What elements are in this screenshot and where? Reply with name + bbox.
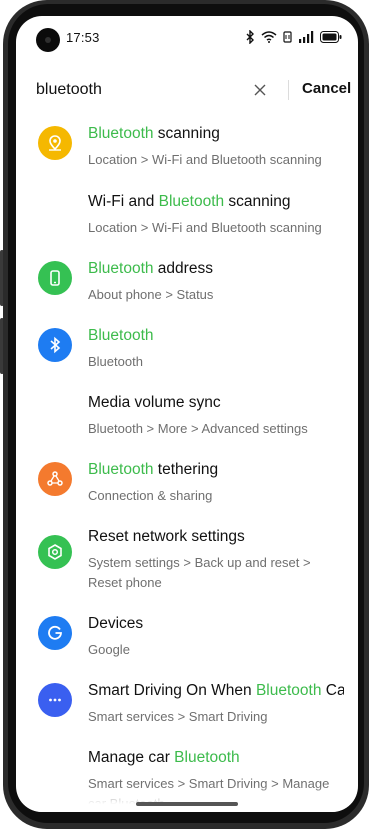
result-title: Devices [88,615,144,632]
result-subtitle: Connection & sharing [88,488,213,503]
bluetooth-icon [38,328,72,362]
result-subtitle: Smart services > Smart Driving [88,709,268,724]
phone-icon [38,261,72,295]
phone-device: 17:53 bluetooth Cancel Bluetooth scannin… [0,0,374,831]
result-title: Bluetooth scanning [88,125,220,142]
result-subtitle: Bluetooth > More > Advanced settings [88,421,308,436]
result-subtitle: Google [88,642,130,657]
result-media-volume-sync[interactable]: Media volume sync Bluetooth > More > Adv… [16,393,358,449]
hexagon-gear-icon [38,535,72,569]
result-subtitle: Location > Wi-Fi and Bluetooth scanning [88,152,322,167]
result-bluetooth-address[interactable]: Bluetooth address About phone > Status [16,259,358,315]
search-bar: Cancel [16,70,358,110]
bluetooth-icon [246,30,254,44]
result-title: Reset network settings [88,528,245,545]
status-bar: 17:53 [16,16,358,56]
status-time: 17:53 [66,30,100,45]
result-subtitle: System settings > Back up and reset > Re… [88,555,311,590]
result-bluetooth-scanning[interactable]: Bluetooth scanning Location > Wi-Fi and … [16,124,358,180]
google-icon [38,616,72,650]
signal-icon [299,31,314,43]
search-input[interactable] [36,76,236,104]
nfc-icon [283,31,292,43]
clear-search-button[interactable] [246,76,274,104]
result-subtitle: Bluetooth [88,354,143,369]
result-subtitle: About phone > Status [88,287,214,302]
result-title: Bluetooth address [88,260,213,277]
wifi-icon [261,31,277,43]
result-devices[interactable]: Devices Google [16,614,358,670]
result-reset-network-settings[interactable]: Reset network settings System settings >… [16,527,358,603]
result-title: Media volume sync [88,394,221,411]
result-wifi-bluetooth-scanning[interactable]: Wi-Fi and Bluetooth scanning Location > … [16,192,358,248]
battery-icon [320,31,342,43]
result-bluetooth-tethering[interactable]: Bluetooth tethering Connection & sharing [16,460,358,516]
cancel-button[interactable]: Cancel [302,80,351,97]
bottom-fade [16,786,358,812]
home-indicator[interactable] [136,802,238,806]
result-bluetooth[interactable]: Bluetooth Bluetooth [16,326,358,382]
more-dots-icon [38,683,72,717]
result-title: Manage car Bluetooth [88,749,240,766]
status-icons [245,28,342,46]
result-title: Bluetooth tethering [88,461,219,478]
result-title: Bluetooth [88,327,154,344]
result-subtitle: Location > Wi-Fi and Bluetooth scanning [88,220,322,235]
screen: 17:53 bluetooth Cancel Bluetooth scannin… [16,16,358,812]
close-icon [254,84,266,96]
divider [288,80,289,100]
hotspot-icon [38,462,72,496]
result-title: Smart Driving On When Bluetooth Ca.. [88,682,344,699]
result-smart-driving[interactable]: Smart Driving On When Bluetooth Ca.. Sma… [16,681,358,737]
location-icon [38,126,72,160]
result-title: Wi-Fi and Bluetooth scanning [88,193,291,210]
front-camera [36,28,60,52]
